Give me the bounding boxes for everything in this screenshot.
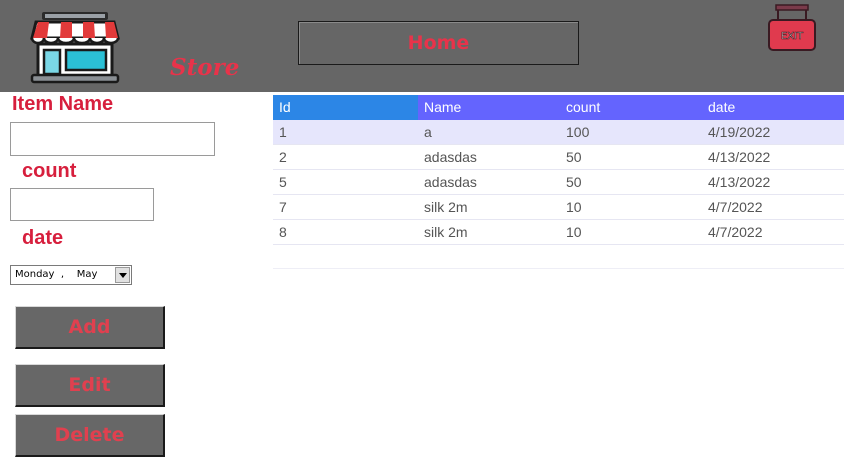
cell-id: 1 <box>279 124 287 140</box>
column-header-count[interactable]: count <box>560 95 702 120</box>
cell-name: a <box>424 124 432 140</box>
items-table[interactable]: Id Name count date 1 a 100 4/19/2022 2 a… <box>273 95 844 269</box>
add-button[interactable]: Add <box>15 306 165 349</box>
edit-button[interactable]: Edit <box>15 364 165 407</box>
table-row[interactable]: 2 adasdas 50 4/13/2022 <box>273 145 844 170</box>
table-row[interactable]: 7 silk 2m 10 4/7/2022 <box>273 195 844 220</box>
cell-count: 50 <box>566 149 582 165</box>
cell-count: 100 <box>566 124 590 140</box>
cell-id: 8 <box>279 224 287 240</box>
table-row[interactable]: 1 a 100 4/19/2022 <box>273 120 844 145</box>
cell-id: 5 <box>279 174 287 190</box>
count-input[interactable] <box>10 188 154 221</box>
column-header-date[interactable]: date <box>702 95 844 120</box>
cell-date: 4/19/2022 <box>708 124 771 140</box>
home-button[interactable]: Home <box>298 21 579 65</box>
cell-id: 2 <box>279 149 287 165</box>
date-picker-value: Monday , May <box>15 269 98 280</box>
cell-date: 4/7/2022 <box>708 224 763 240</box>
cell-name: silk 2m <box>424 199 468 215</box>
exit-sign-icon[interactable]: EXIT <box>766 4 818 54</box>
column-header-id[interactable]: Id <box>273 95 418 120</box>
item-name-input[interactable] <box>10 122 215 156</box>
count-label: count <box>22 160 77 182</box>
table-new-row[interactable] <box>273 245 844 269</box>
store-app-window: Store Home EXIT Item Name count date Mon… <box>0 0 844 472</box>
table-row[interactable]: 8 silk 2m 10 4/7/2022 <box>273 220 844 245</box>
table-header: Id Name count date <box>273 95 844 120</box>
store-title: Store <box>170 54 240 81</box>
cell-count: 50 <box>566 174 582 190</box>
date-picker[interactable]: Monday , May <box>10 265 132 285</box>
cell-date: 4/13/2022 <box>708 149 771 165</box>
cell-name: adasdas <box>424 149 477 165</box>
delete-button[interactable]: Delete <box>15 414 165 457</box>
table-row[interactable]: 5 adasdas 50 4/13/2022 <box>273 170 844 195</box>
cell-date: 4/13/2022 <box>708 174 771 190</box>
exit-label: EXIT <box>781 31 804 42</box>
cell-id: 7 <box>279 199 287 215</box>
column-header-name[interactable]: Name <box>418 95 560 120</box>
storefront-icon <box>30 12 120 84</box>
cell-count: 10 <box>566 199 582 215</box>
cell-date: 4/7/2022 <box>708 199 763 215</box>
date-label: date <box>22 227 64 249</box>
header-bar: Store Home EXIT <box>0 0 844 92</box>
cell-name: silk 2m <box>424 224 468 240</box>
cell-count: 10 <box>566 224 582 240</box>
cell-name: adasdas <box>424 174 477 190</box>
item-name-label: Item Name <box>12 93 114 115</box>
chevron-down-icon[interactable] <box>115 267 130 283</box>
